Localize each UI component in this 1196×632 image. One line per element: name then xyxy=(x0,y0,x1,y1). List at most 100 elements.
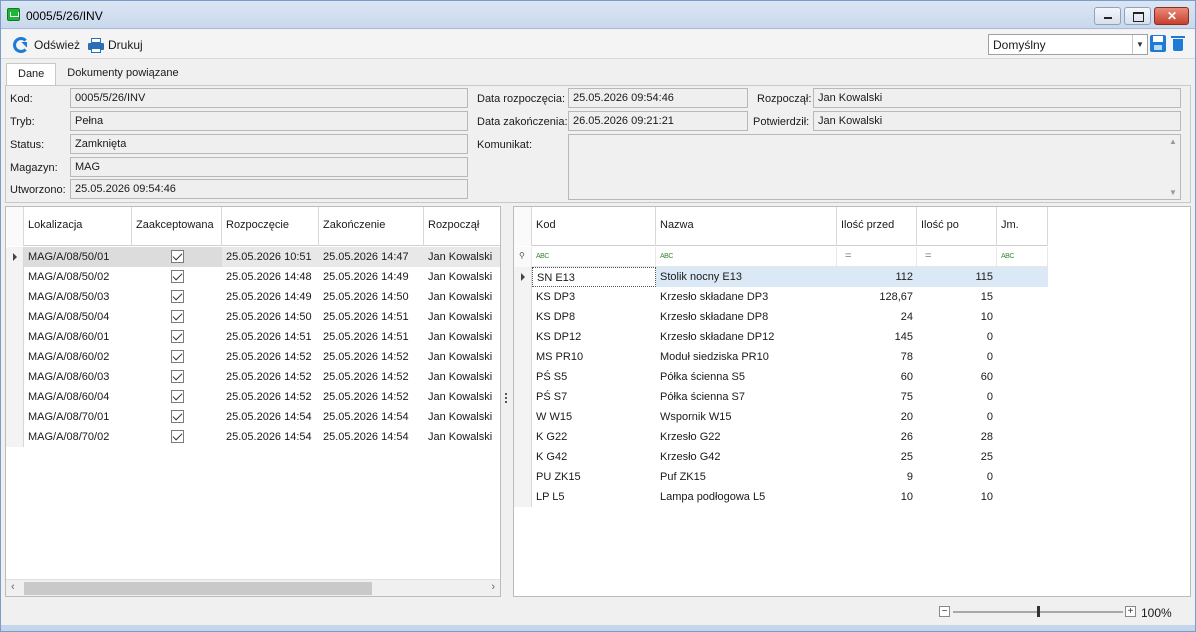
table-row[interactable]: K G22 Krzesło G22 26 28 xyxy=(514,427,1048,447)
table-row[interactable]: MAG/A/08/70/01 25.05.2026 14:54 25.05.20… xyxy=(6,407,500,427)
table-row[interactable]: PŚ S7 Półka ścienna S7 75 0 xyxy=(514,387,1048,407)
zoom-in-button[interactable]: + xyxy=(1125,606,1136,617)
cell-lokalizacja: MAG/A/08/50/04 xyxy=(28,311,110,323)
filter-ilosc-przed[interactable]: = xyxy=(837,247,917,267)
scroll-up-icon[interactable]: ▲ xyxy=(1169,137,1177,146)
table-row[interactable]: MAG/A/08/50/01 25.05.2026 10:51 25.05.20… xyxy=(6,247,500,267)
accepted-checkbox[interactable] xyxy=(170,350,184,363)
row-indicator xyxy=(514,447,532,467)
locations-grid-header: Lokalizacja Zaakceptowana Rozpoczęcie Za… xyxy=(6,207,500,246)
column-ilosc-przed[interactable]: Ilość przed xyxy=(837,207,917,246)
table-row[interactable]: PU ZK15 Puf ZK15 9 0 xyxy=(514,467,1048,487)
tab-dane[interactable]: Dane xyxy=(6,63,57,85)
accepted-checkbox[interactable] xyxy=(170,250,184,263)
save-icon[interactable] xyxy=(1150,35,1166,52)
data-rozpoczecia-field[interactable]: 25.05.2026 09:54:46 xyxy=(568,88,748,108)
table-row[interactable]: KS DP12 Krzesło składane DP12 145 0 xyxy=(514,327,1048,347)
filter-icon[interactable]: ⚲ xyxy=(514,247,532,267)
table-row[interactable]: K G42 Krzesło G42 25 25 xyxy=(514,447,1048,467)
table-row[interactable]: MS PR10 Moduł siedziska PR10 78 0 xyxy=(514,347,1048,367)
table-row[interactable]: MAG/A/08/50/04 25.05.2026 14:50 25.05.20… xyxy=(6,307,500,327)
zoom-out-button[interactable]: − xyxy=(939,606,950,617)
table-row[interactable]: MAG/A/08/60/03 25.05.2026 14:52 25.05.20… xyxy=(6,367,500,387)
table-row[interactable]: PŚ S5 Półka ścienna S5 60 60 xyxy=(514,367,1048,387)
utworzono-field[interactable]: 25.05.2026 09:54:46 xyxy=(70,179,468,199)
rozpoczal-field[interactable]: Jan Kowalski xyxy=(813,88,1181,108)
table-row[interactable]: MAG/A/08/50/02 25.05.2026 14:48 25.05.20… xyxy=(6,267,500,287)
close-button[interactable] xyxy=(1154,7,1189,25)
maximize-button[interactable] xyxy=(1124,7,1151,25)
table-row[interactable]: KS DP8 Krzesło składane DP8 24 10 xyxy=(514,307,1048,327)
table-row[interactable]: LP L5 Lampa podłogowa L5 10 10 xyxy=(514,487,1048,507)
minimize-button[interactable] xyxy=(1094,7,1121,25)
row-indicator xyxy=(6,387,24,407)
filter-kod[interactable]: ABC xyxy=(532,247,656,267)
scroll-left-icon[interactable]: ‹ xyxy=(11,581,15,593)
data-zakonczenia-field[interactable]: 26.05.2026 09:21:21 xyxy=(568,111,748,131)
column-jm[interactable]: Jm. xyxy=(997,207,1048,246)
scroll-right-icon[interactable]: › xyxy=(491,581,495,593)
accepted-checkbox[interactable] xyxy=(170,290,184,303)
cell-nazwa: Wspornik W15 xyxy=(660,411,732,423)
tab-dokumenty-powiazane[interactable]: Dokumenty powiązane xyxy=(56,63,189,85)
cell-ilosc-przed: 75 xyxy=(900,391,913,403)
cell-lokalizacja: MAG/A/08/70/01 xyxy=(28,411,110,423)
column-zakonczenie[interactable]: Zakończenie xyxy=(319,207,424,246)
row-indicator xyxy=(6,287,24,307)
filter-nazwa[interactable]: ABC xyxy=(656,247,837,267)
accepted-checkbox[interactable] xyxy=(170,330,184,343)
row-indicator xyxy=(514,267,532,287)
table-row[interactable]: MAG/A/08/60/02 25.05.2026 14:52 25.05.20… xyxy=(6,347,500,367)
cell-lokalizacja: MAG/A/08/50/03 xyxy=(28,291,110,303)
row-indicator xyxy=(6,267,24,287)
cell-rozpoczecie: 25.05.2026 14:54 xyxy=(226,431,312,443)
tryb-field[interactable]: Pełna xyxy=(70,111,468,131)
filter-jm[interactable]: ABC xyxy=(997,247,1048,267)
zoom-slider-thumb[interactable] xyxy=(1037,606,1040,617)
table-row[interactable]: MAG/A/08/60/01 25.05.2026 14:51 25.05.20… xyxy=(6,327,500,347)
column-zaakceptowana[interactable]: Zaakceptowana xyxy=(132,207,222,246)
status-field[interactable]: Zamknięta xyxy=(70,134,468,154)
trash-icon[interactable] xyxy=(1171,35,1185,52)
accepted-checkbox[interactable] xyxy=(170,410,184,423)
column-nazwa[interactable]: Nazwa xyxy=(656,207,837,246)
table-row[interactable]: SN E13 Stolik nocny E13 112 115 xyxy=(514,267,1048,287)
column-kod[interactable]: Kod xyxy=(532,207,656,246)
cell-ilosc-przed: 60 xyxy=(900,371,913,383)
cell-rozpoczal: Jan Kowalski xyxy=(428,331,493,343)
column-lokalizacja[interactable]: Lokalizacja xyxy=(24,207,132,246)
column-rozpoczal[interactable]: Rozpoczął xyxy=(424,207,500,246)
magazyn-field[interactable]: MAG xyxy=(70,157,468,177)
table-row[interactable]: MAG/A/08/50/03 25.05.2026 14:49 25.05.20… xyxy=(6,287,500,307)
column-ilosc-po[interactable]: Ilość po xyxy=(917,207,997,246)
print-button[interactable]: Drukuj xyxy=(88,35,143,55)
kod-field[interactable]: 0005/5/26/INV xyxy=(70,88,468,108)
horizontal-scrollbar[interactable]: ‹ › xyxy=(6,579,500,596)
cell-lokalizacja: MAG/A/08/50/02 xyxy=(28,271,110,283)
scroll-down-icon[interactable]: ▼ xyxy=(1169,188,1177,197)
scrollbar-thumb[interactable] xyxy=(24,582,372,595)
table-row[interactable]: W W15 Wspornik W15 20 0 xyxy=(514,407,1048,427)
accepted-checkbox[interactable] xyxy=(170,270,184,283)
cell-jm xyxy=(997,267,1048,287)
table-row[interactable]: KS DP3 Krzesło składane DP3 128,67 15 xyxy=(514,287,1048,307)
komunikat-field[interactable]: ▲ ▼ xyxy=(568,134,1181,200)
panel-splitter[interactable] xyxy=(504,391,508,409)
table-row[interactable]: MAG/A/08/70/02 25.05.2026 14:54 25.05.20… xyxy=(6,427,500,447)
refresh-button[interactable]: Odśwież xyxy=(13,35,80,55)
accepted-checkbox[interactable] xyxy=(170,390,184,403)
accepted-checkbox[interactable] xyxy=(170,310,184,323)
column-rozpoczecie[interactable]: Rozpoczęcie xyxy=(222,207,319,246)
profile-select[interactable]: Domyślny ▼ xyxy=(988,34,1148,55)
komunikat-scrollbar[interactable]: ▲ ▼ xyxy=(1166,135,1180,199)
cell-jm xyxy=(997,447,1048,467)
cell-kod: K G22 xyxy=(536,431,568,443)
potwierdzil-field[interactable]: Jan Kowalski xyxy=(813,111,1181,131)
filter-ilosc-po[interactable]: = xyxy=(917,247,997,267)
accepted-checkbox[interactable] xyxy=(170,430,184,443)
table-row[interactable]: MAG/A/08/60/04 25.05.2026 14:52 25.05.20… xyxy=(6,387,500,407)
chevron-down-icon[interactable]: ▼ xyxy=(1132,35,1147,54)
row-indicator xyxy=(6,327,24,347)
accepted-checkbox[interactable] xyxy=(170,370,184,383)
cell-zakonczenie: 25.05.2026 14:54 xyxy=(323,431,409,443)
